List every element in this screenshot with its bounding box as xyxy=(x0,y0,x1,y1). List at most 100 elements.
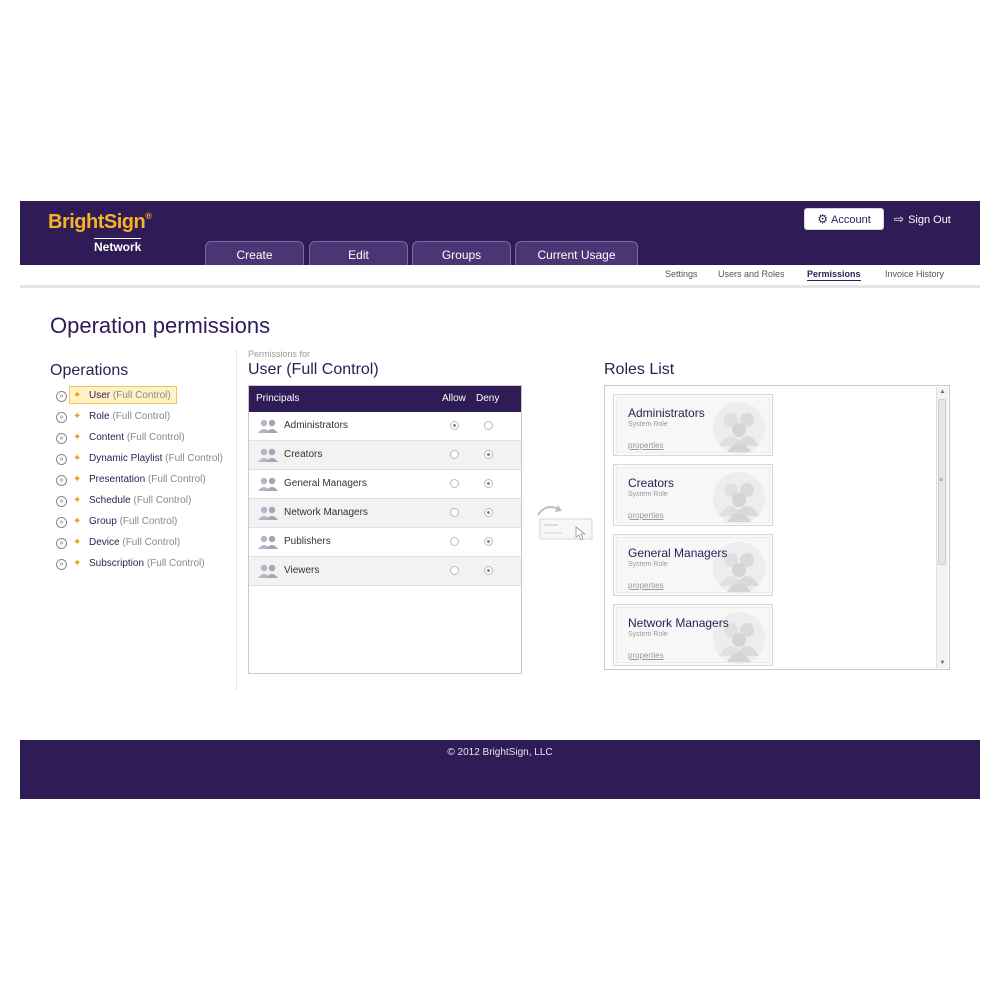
header-bar: BrightSign® Network Create Edit Groups C… xyxy=(20,201,980,265)
operation-label: Device (Full Control) xyxy=(89,535,180,551)
tab-edit[interactable]: Edit xyxy=(309,241,408,265)
role-card-body: Network Managers System Role properties xyxy=(616,607,770,664)
app-window: BrightSign® Network Create Edit Groups C… xyxy=(20,201,980,799)
allow-radio[interactable] xyxy=(450,566,459,575)
operation-label: Content (Full Control) xyxy=(89,430,185,446)
tab-groups[interactable]: Groups xyxy=(412,241,511,265)
allow-radio[interactable] xyxy=(450,421,459,430)
principal-name: Network Managers xyxy=(284,507,368,518)
role-card[interactable]: Creators System Role properties xyxy=(613,464,773,526)
principal-row: General Managers xyxy=(249,470,521,499)
role-card[interactable]: Administrators System Role properties xyxy=(613,394,773,456)
role-properties-link[interactable]: properties xyxy=(628,581,664,590)
drag-and-drop-hint-icon xyxy=(537,505,593,541)
key-users-icon: ✦ xyxy=(73,453,82,464)
column-header-deny: Deny xyxy=(476,393,500,404)
allow-radio[interactable] xyxy=(450,508,459,517)
operation-item-schedule[interactable]: » ✦ Schedule (Full Control) xyxy=(56,493,236,509)
principal-name: Creators xyxy=(284,449,323,460)
subnav-settings[interactable]: Settings xyxy=(665,269,698,279)
role-card-body: Administrators System Role properties xyxy=(616,397,770,456)
brightsign-logo[interactable]: BrightSign® Network xyxy=(48,211,158,255)
deny-radio[interactable] xyxy=(484,508,493,517)
role-name: Administrators xyxy=(628,406,705,420)
operation-tag: (Full Control) xyxy=(122,537,181,548)
operation-item-presentation[interactable]: » ✦ Presentation (Full Control) xyxy=(56,472,236,488)
roles-scrollbar[interactable]: ▲ ≡ ▼ xyxy=(936,387,948,668)
expand-icon[interactable]: » xyxy=(56,538,67,549)
sign-out-link[interactable]: ⇨ Sign Out xyxy=(894,208,951,230)
key-users-icon: ✦ xyxy=(73,495,82,506)
principal-row: Administrators xyxy=(249,412,521,441)
operation-tag: (Full Control) xyxy=(112,411,171,422)
users-group-icon xyxy=(711,400,767,456)
users-group-icon xyxy=(257,562,279,580)
operation-item-user[interactable]: » ✦ User (Full Control) xyxy=(56,386,236,404)
role-type: System Role xyxy=(628,561,668,568)
principals-table-header: Principals Allow Deny xyxy=(249,386,521,412)
operation-name: Dynamic Playlist xyxy=(89,453,163,464)
account-button[interactable]: ⚙ Account xyxy=(804,208,884,230)
operation-tag: (Full Control) xyxy=(133,495,192,506)
expand-icon[interactable]: » xyxy=(56,433,67,444)
logo-brand-text: BrightSign xyxy=(48,211,146,233)
deny-radio[interactable] xyxy=(484,479,493,488)
expand-icon[interactable]: » xyxy=(56,475,67,486)
allow-radio[interactable] xyxy=(450,479,459,488)
scroll-down-arrow-icon[interactable]: ▼ xyxy=(937,658,948,668)
allow-radio[interactable] xyxy=(450,450,459,459)
expand-icon[interactable]: » xyxy=(56,496,67,507)
principal-row: Network Managers xyxy=(249,499,521,528)
subnav-permissions[interactable]: Permissions xyxy=(807,269,861,281)
principal-name: Publishers xyxy=(284,536,331,547)
sign-out-label: Sign Out xyxy=(908,214,951,226)
operation-label: Group (Full Control) xyxy=(89,514,177,530)
tab-current-usage[interactable]: Current Usage xyxy=(515,241,638,265)
role-properties-link[interactable]: properties xyxy=(628,441,664,450)
users-group-icon xyxy=(257,475,279,493)
operations-heading: Operations xyxy=(50,362,129,379)
principals-table: Principals Allow Deny Administrators Crea… xyxy=(248,385,522,674)
tab-current-usage-label: Current Usage xyxy=(537,248,616,262)
subnav-users-and-roles[interactable]: Users and Roles xyxy=(718,269,785,279)
operation-label: Role (Full Control) xyxy=(89,409,170,425)
operation-item-device[interactable]: » ✦ Device (Full Control) xyxy=(56,535,236,551)
tab-create-label: Create xyxy=(236,248,273,262)
tab-create[interactable]: Create xyxy=(205,241,304,265)
deny-radio[interactable] xyxy=(484,566,493,575)
role-card[interactable]: Network Managers System Role properties xyxy=(613,604,773,666)
operation-name: Group xyxy=(89,516,117,527)
operation-tag: (Full Control) xyxy=(165,453,223,464)
deny-radio[interactable] xyxy=(484,421,493,430)
roles-list-heading: Roles List xyxy=(604,361,675,378)
operation-item-content[interactable]: » ✦ Content (Full Control) xyxy=(56,430,236,446)
operation-item-subscription[interactable]: » ✦ Subscription (Full Control) xyxy=(56,556,236,572)
operation-label: Subscription (Full Control) xyxy=(89,556,205,572)
expand-icon[interactable]: » xyxy=(56,559,67,570)
operation-item-group[interactable]: » ✦ Group (Full Control) xyxy=(56,514,236,530)
expand-icon[interactable]: » xyxy=(56,412,67,423)
expand-icon[interactable]: » xyxy=(56,517,67,528)
account-label: Account xyxy=(831,214,871,226)
expand-icon[interactable]: » xyxy=(56,391,67,402)
operation-item-dynamic-playlist[interactable]: » ✦ Dynamic Playlist (Full Control) xyxy=(56,451,236,467)
role-properties-link[interactable]: properties xyxy=(628,651,664,660)
role-card-body: General Managers System Role properties xyxy=(616,537,770,594)
principal-row: Publishers xyxy=(249,528,521,557)
deny-radio[interactable] xyxy=(484,450,493,459)
sign-out-icon: ⇨ xyxy=(894,212,905,226)
role-card[interactable]: General Managers System Role properties xyxy=(613,534,773,596)
role-properties-link[interactable]: properties xyxy=(628,511,664,520)
operation-label: Schedule (Full Control) xyxy=(89,493,191,509)
expand-icon[interactable]: » xyxy=(56,454,67,465)
allow-radio[interactable] xyxy=(450,537,459,546)
tab-edit-label: Edit xyxy=(348,248,369,262)
scroll-up-arrow-icon[interactable]: ▲ xyxy=(937,387,948,397)
operation-name: Content xyxy=(89,432,125,443)
principal-name: Administrators xyxy=(284,420,348,431)
key-users-icon: ✦ xyxy=(73,432,82,443)
operation-name: Role xyxy=(89,411,110,422)
deny-radio[interactable] xyxy=(484,537,493,546)
subnav-invoice-history[interactable]: Invoice History xyxy=(885,269,944,279)
operation-item-role[interactable]: » ✦ Role (Full Control) xyxy=(56,409,236,425)
